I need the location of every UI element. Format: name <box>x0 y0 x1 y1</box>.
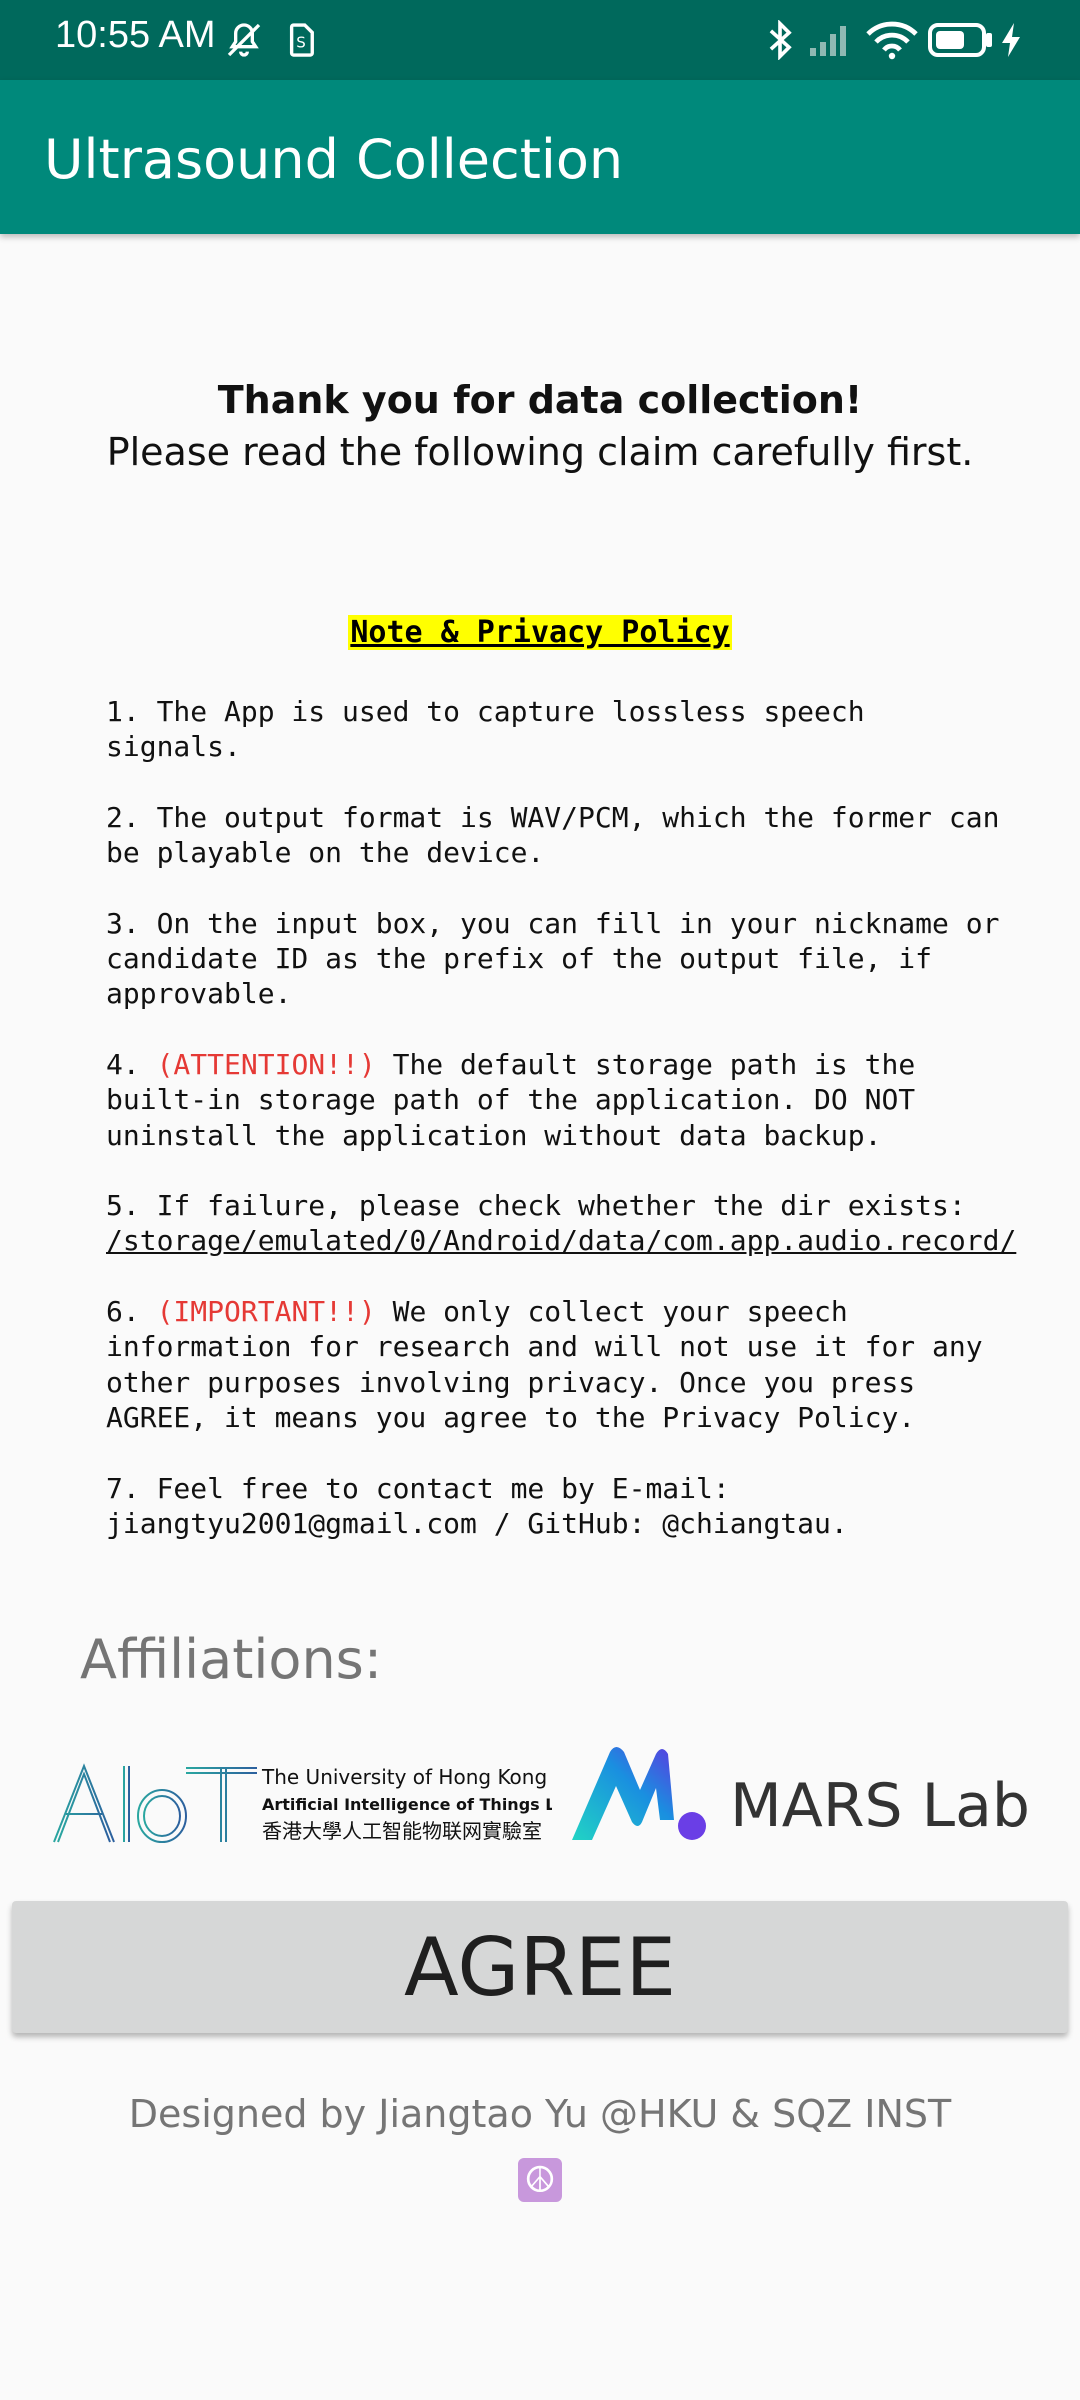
important-label: (IMPORTANT!!) <box>156 1295 376 1329</box>
policy-item-6-number: 6. <box>106 1295 157 1329</box>
aiot-logo-line-3: 香港大學人工智能物联网實驗室 <box>262 1819 542 1843</box>
mars-lab-logo: MARS Lab <box>570 1740 1060 1850</box>
app-title: Ultrasound Collection <box>44 128 624 191</box>
policy-item-5: 5. If failure, please check whether the … <box>106 1188 1016 1259</box>
aiot-logo-line-1: The University of Hong Kong <box>261 1765 547 1789</box>
wifi-icon <box>866 18 918 62</box>
svg-text:S: S <box>296 34 306 52</box>
charging-icon <box>1000 18 1022 62</box>
policy-title-text: Note & Privacy Policy <box>348 615 732 650</box>
battery-icon <box>928 18 994 62</box>
policy-text: 1. The App is used to capture lossless s… <box>106 694 1017 1576</box>
storage-path-link: /storage/emulated/0/Android/data/com.app… <box>106 1224 1017 1258</box>
agree-button[interactable]: AGREE <box>12 1901 1068 2033</box>
attention-label: (ATTENTION!!) <box>156 1047 376 1081</box>
bluetooth-icon <box>766 18 794 62</box>
policy-item-7: 7. Feel free to contact me by E-mail: ji… <box>106 1471 848 1540</box>
affiliations-label: Affiliations: <box>80 1628 383 1691</box>
app-bar: Ultrasound Collection <box>0 80 1080 234</box>
sim-icon: S <box>286 18 316 62</box>
policy-title: Note & Privacy Policy <box>0 615 1080 650</box>
peace-emoji: ☮ <box>518 2158 562 2202</box>
status-bar: 10:55 AM S <box>0 0 1080 80</box>
aiot-logo-line-2: Artificial Intelligence of Things Lab <box>262 1795 552 1814</box>
mute-icon <box>222 18 266 62</box>
policy-item-4: 4. (ATTENTION!!) The default storage pat… <box>106 1047 1006 1153</box>
designer-credit: Designed by Jiangtao Yu @HKU & SQZ INST <box>128 2092 952 2136</box>
policy-item-2: 2. The output format is WAV/PCM, which t… <box>106 800 1017 870</box>
policy-item-3: 3. On the input box, you can fill in you… <box>106 906 1017 1011</box>
policy-item-5-text: 5. If failure, please check whether the … <box>106 1189 966 1223</box>
intro-heading: Thank you for data collection! <box>217 378 863 422</box>
aiot-lab-logo: The University of Hong Kong Artificial I… <box>52 1758 578 1848</box>
policy-item-6: 6. (IMPORTANT!!) We only collect your sp… <box>106 1294 1006 1435</box>
policy-item-1: 1. The App is used to capture lossless s… <box>106 695 882 764</box>
mars-logo-text: MARS Lab <box>730 1771 1030 1841</box>
status-time: 10:55 AM <box>55 14 216 56</box>
signal-icon <box>808 18 856 62</box>
intro-subheading: Please read the following claim carefull… <box>106 430 974 474</box>
policy-item-4-number: 4. <box>106 1047 157 1081</box>
